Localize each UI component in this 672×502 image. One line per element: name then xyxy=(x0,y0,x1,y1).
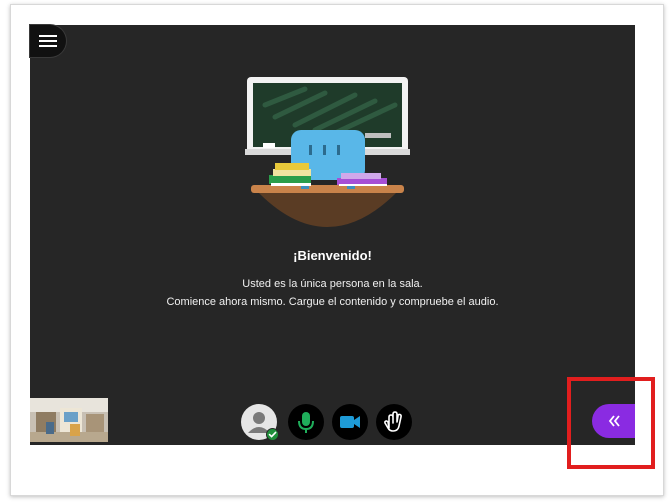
classroom-illustration xyxy=(245,77,410,227)
hamburger-menu-icon xyxy=(39,35,57,47)
welcome-message-line-1: Usted es la única persona en la sala. xyxy=(242,278,423,290)
raise-hand-button[interactable] xyxy=(376,404,412,440)
annotation-highlight-box xyxy=(567,377,655,469)
status-check-icon xyxy=(266,428,279,441)
microphone-button[interactable] xyxy=(288,404,324,440)
welcome-message-line-2: Comience ahora mismo. Cargue el contenid… xyxy=(166,296,499,308)
self-video-thumbnail[interactable] xyxy=(30,398,108,442)
camera-button[interactable] xyxy=(332,404,368,440)
microphone-icon xyxy=(298,412,314,433)
main-menu-button[interactable] xyxy=(30,25,66,57)
raise-hand-icon xyxy=(384,411,402,432)
welcome-title: ¡Bienvenido! xyxy=(293,248,372,263)
video-camera-icon xyxy=(340,416,360,428)
